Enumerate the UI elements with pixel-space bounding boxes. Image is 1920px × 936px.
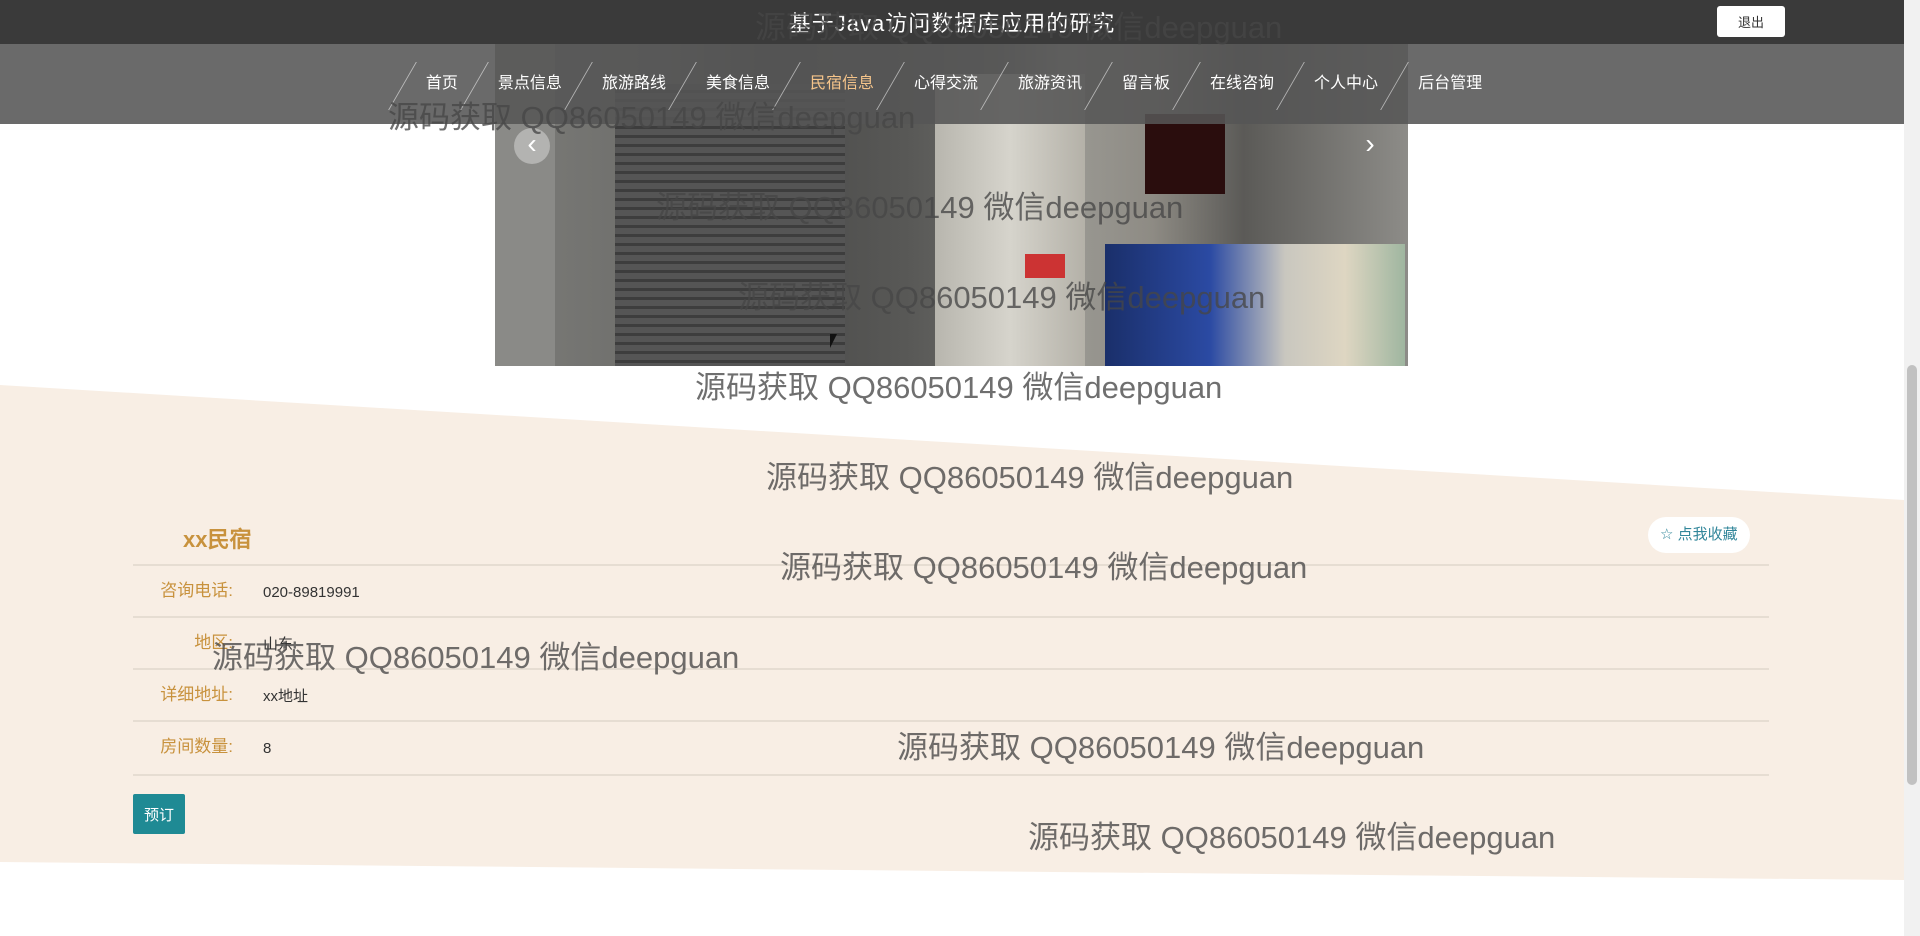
nav-item[interactable]: 美食信息: [684, 44, 788, 124]
field-row-address: 详细地址: xx地址: [133, 668, 1769, 722]
field-row-region: 地区: 山东: [133, 616, 1769, 670]
banner-photo-sign: [1145, 114, 1225, 194]
banner-photo-shutter: [615, 84, 845, 366]
field-value: 8: [263, 740, 272, 757]
logout-button[interactable]: 退出: [1717, 6, 1785, 37]
main-nav: 首页 景点信息 旅游路线 美食信息 民宿信息 心得交流 旅游资讯 留言板 在线咨询 个人中心 后台管…: [0, 44, 1904, 124]
nav-item[interactable]: 首页: [404, 44, 476, 124]
nav-item[interactable]: 在线咨询: [1188, 44, 1292, 124]
nav-list: 首页 景点信息 旅游路线 美食信息 民宿信息 心得交流 旅游资讯 留言板 在线咨询 个人中心 后台管…: [0, 44, 1904, 124]
field-label: 房间数量:: [160, 737, 233, 756]
nav-item[interactable]: 民宿信息: [788, 44, 892, 124]
nav-item[interactable]: 景点信息: [476, 44, 580, 124]
field-label: 详细地址:: [160, 685, 233, 704]
field-value: 020-89819991: [263, 584, 360, 601]
favorite-button[interactable]: ☆ 点我收藏: [1648, 517, 1750, 553]
carousel-next-button[interactable]: ›: [1352, 128, 1388, 164]
field-value: 山东: [263, 636, 294, 653]
banner-photo-goods: [1105, 244, 1405, 366]
nav-item[interactable]: 旅游资讯: [996, 44, 1100, 124]
nav-item[interactable]: 旅游路线: [580, 44, 684, 124]
nav-item[interactable]: 个人中心: [1292, 44, 1396, 124]
page: ‹ › 基于Java访问数据库应用的研究 退出 首页 景点信息 旅游路线 美食信息 民宿…: [0, 0, 1920, 936]
chevron-left-icon: ‹: [527, 128, 537, 159]
watermark: 源码获取 QQ86050149 微信deepguan: [695, 370, 1223, 405]
chevron-right-icon: ›: [1365, 128, 1375, 159]
nav-item[interactable]: 后台管理: [1396, 44, 1500, 124]
field-label: 地区:: [194, 633, 233, 652]
carousel-prev-button[interactable]: ‹: [514, 128, 550, 164]
homestay-title: xx民宿: [183, 527, 252, 552]
site-title: 基于Java访问数据库应用的研究: [788, 11, 1116, 36]
field-row-rooms: 房间数量: 8: [133, 720, 1769, 776]
top-header: 基于Java访问数据库应用的研究 退出: [0, 0, 1904, 44]
scrollbar-thumb[interactable]: [1907, 365, 1917, 785]
banner-photo-label: [1025, 254, 1065, 278]
field-row-phone: 咨询电话: 020-89819991: [133, 564, 1769, 618]
mouse-cursor-icon: [830, 334, 837, 348]
field-value: xx地址: [263, 688, 309, 705]
book-button[interactable]: 预订: [133, 794, 185, 834]
nav-item[interactable]: 留言板: [1100, 44, 1188, 124]
field-label: 咨询电话:: [160, 581, 233, 600]
nav-item[interactable]: 心得交流: [892, 44, 996, 124]
page-scrollbar[interactable]: [1904, 0, 1920, 936]
